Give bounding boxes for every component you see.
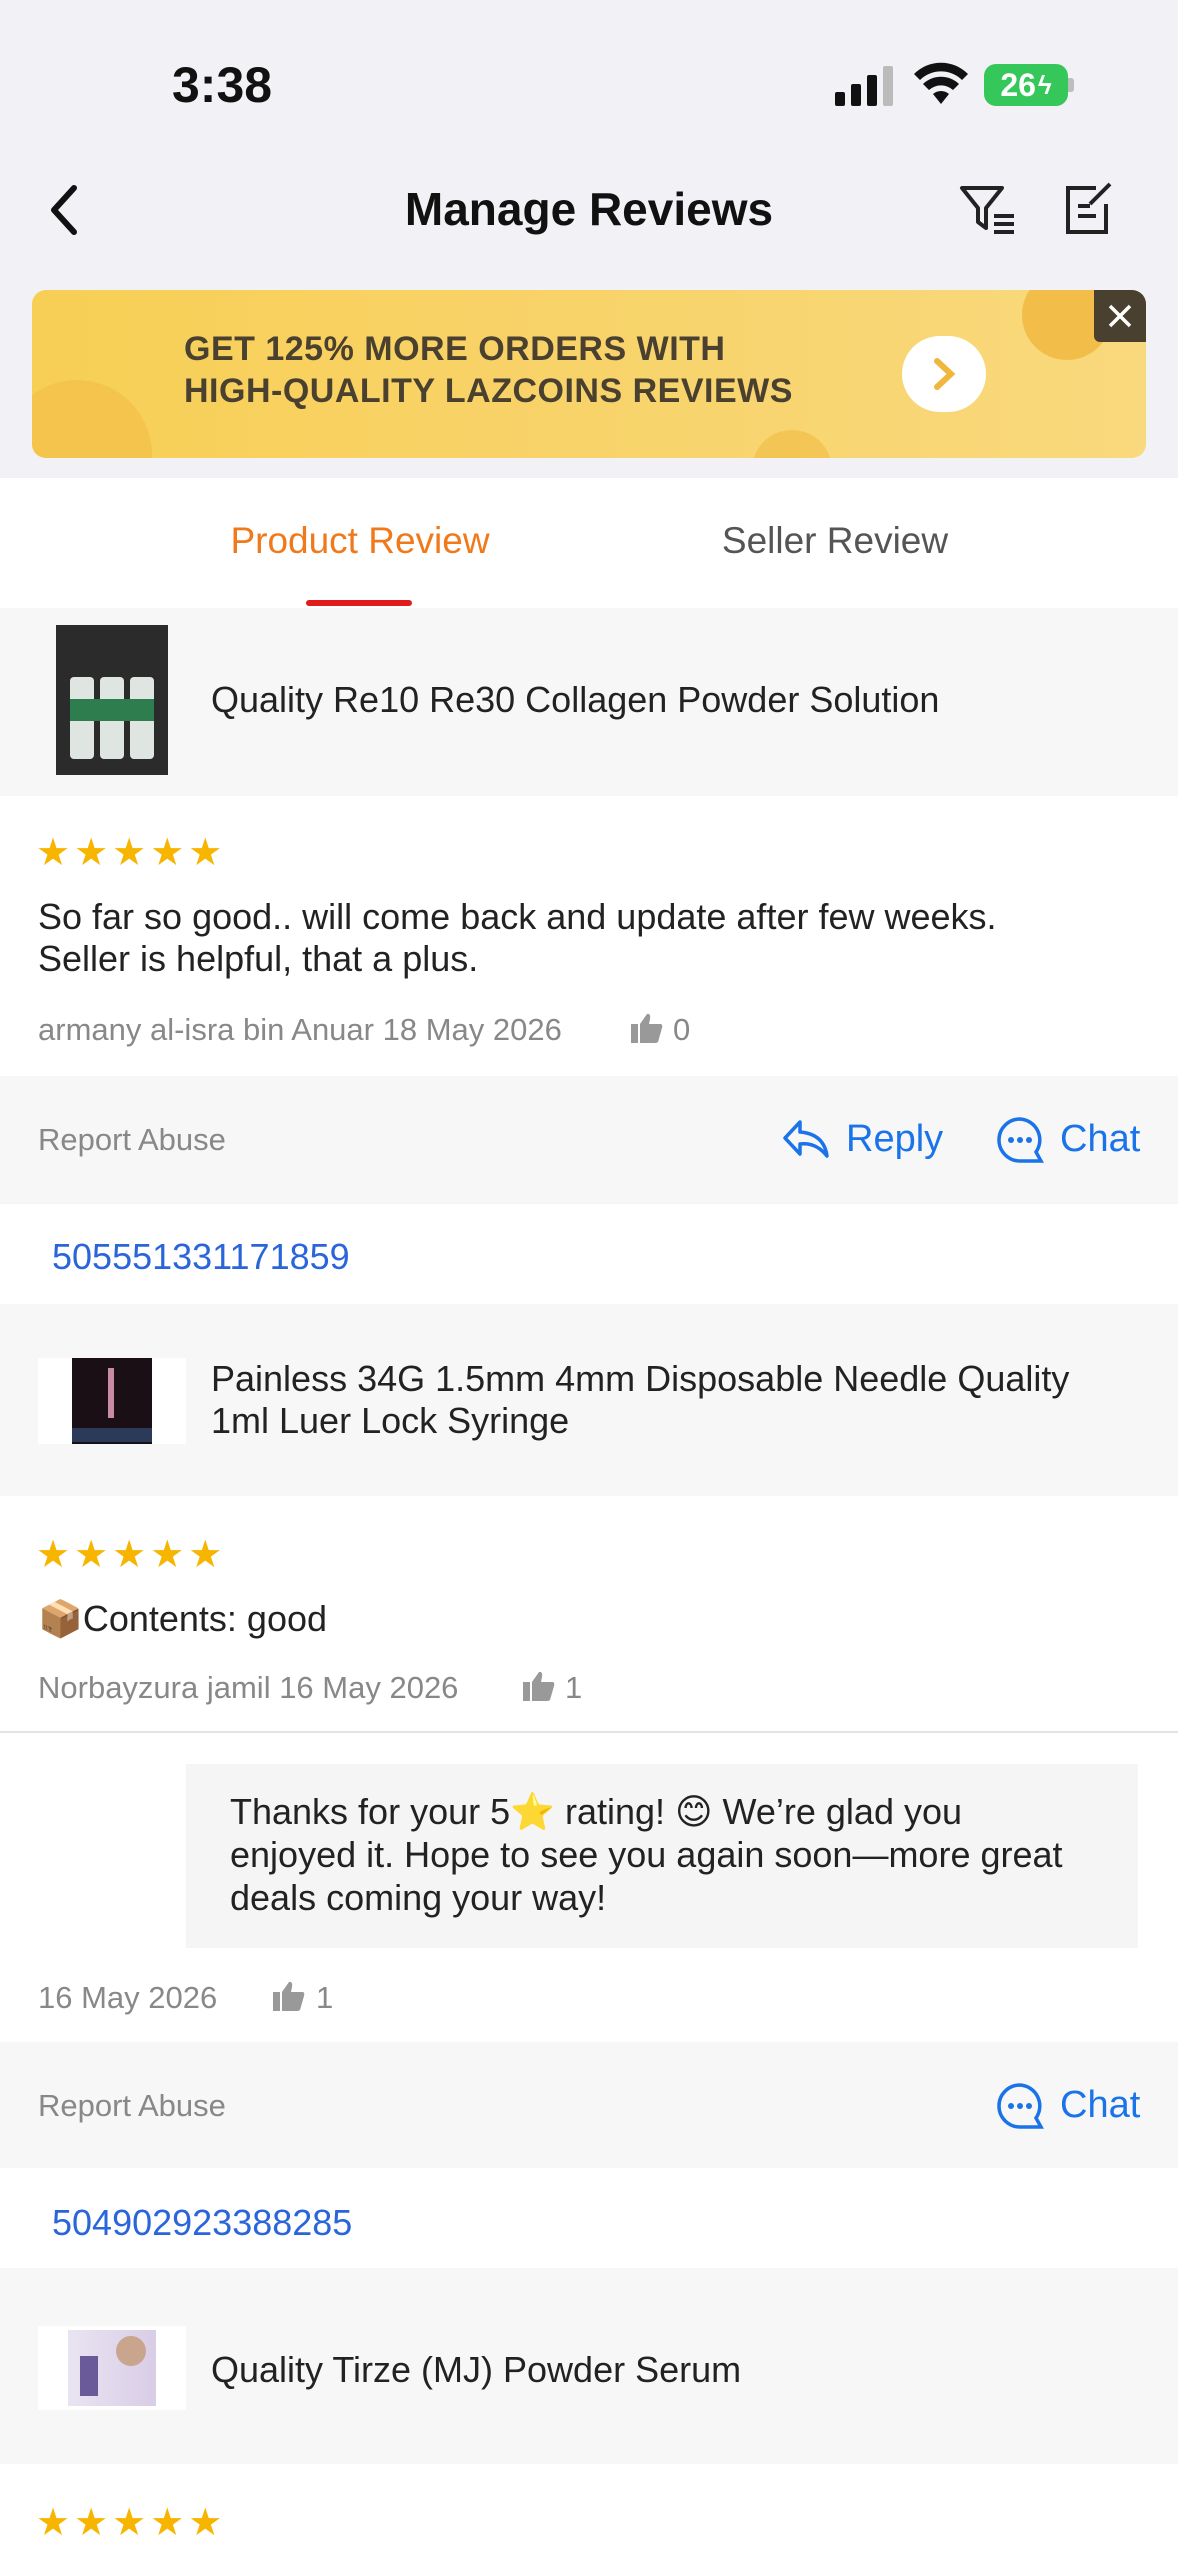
- reply-button[interactable]: Reply: [846, 1118, 943, 1161]
- star-rating: ★★★★★: [36, 1534, 227, 1576]
- reply-line: Thanks for your 5⭐ rating! 😊 We’re glad …: [230, 1791, 963, 1832]
- thumbs-up-icon[interactable]: [272, 1980, 306, 2012]
- battery-icon: 26 ϟ: [984, 64, 1068, 106]
- product-name: Painless 34G 1.5mm 4mm Disposable Needle…: [211, 1358, 1069, 1442]
- review-text: So far so good.. will come back and upda…: [38, 896, 1138, 980]
- seller-reply-text: Thanks for your 5⭐ rating! 😊 We’re glad …: [230, 1790, 1120, 1919]
- coin-decoration: [32, 380, 152, 458]
- like-count: 1: [316, 1980, 334, 2015]
- wifi-icon: [914, 62, 968, 104]
- edit-note-icon[interactable]: [1060, 182, 1116, 238]
- banner-close-button[interactable]: [1094, 290, 1146, 342]
- reply-line: deals coming your way!: [230, 1877, 607, 1918]
- like-count: 0: [673, 1012, 691, 1047]
- banner-text: GET 125% MORE ORDERS WITH HIGH-QUALITY L…: [184, 328, 793, 412]
- chevron-right-icon: [934, 358, 956, 390]
- reply-icon[interactable]: [782, 1118, 830, 1160]
- lazcoins-promo-banner[interactable]: GET 125% MORE ORDERS WITH HIGH-QUALITY L…: [32, 290, 1146, 458]
- reply-date: 16 May 2026: [38, 1980, 218, 2015]
- signal-icon: [835, 66, 893, 106]
- status-time: 3:38: [172, 57, 273, 113]
- review-contents: 📦Contents: good: [38, 1598, 328, 1639]
- order-id-link[interactable]: 505551331171859: [52, 1236, 350, 1278]
- review-text-line: So far so good.. will come back and upda…: [38, 896, 997, 937]
- report-abuse-link[interactable]: Report Abuse: [38, 1122, 226, 1158]
- thumbs-up-icon[interactable]: [630, 1012, 664, 1044]
- battery-nub: [1068, 78, 1074, 92]
- close-icon: [1108, 304, 1132, 328]
- product-name: Quality Re10 Re30 Collagen Powder Soluti…: [211, 679, 940, 720]
- star-rating: ★★★★★: [36, 832, 227, 874]
- thumbs-up-icon[interactable]: [522, 1670, 556, 1702]
- active-tab-indicator: [306, 600, 412, 606]
- chat-icon[interactable]: [996, 2082, 1044, 2130]
- chat-button[interactable]: Chat: [1060, 1118, 1140, 1161]
- review-author-date: armany al-isra bin Anuar 18 May 2026: [38, 1012, 562, 1047]
- product-name-line: 1ml Luer Lock Syringe: [211, 1400, 570, 1441]
- banner-arrow-button[interactable]: [902, 336, 986, 412]
- banner-line-2: HIGH-QUALITY LAZCOINS REVIEWS: [184, 372, 793, 410]
- report-abuse-link[interactable]: Report Abuse: [38, 2088, 226, 2124]
- coin-decoration: [752, 430, 832, 458]
- reply-line: enjoyed it. Hope to see you again soon—m…: [230, 1834, 1063, 1875]
- divider: [0, 1731, 1178, 1733]
- star-rating: ★★★★★: [36, 2502, 227, 2544]
- product-thumbnail: [38, 1358, 186, 1444]
- order-id-link[interactable]: 504902923388285: [52, 2202, 352, 2244]
- product-thumbnail: [56, 625, 168, 775]
- product-name-line: Painless 34G 1.5mm 4mm Disposable Needle…: [211, 1358, 1070, 1399]
- banner-line-1: GET 125% MORE ORDERS WITH: [184, 330, 726, 368]
- filter-icon[interactable]: [958, 182, 1018, 238]
- review-text-line: Seller is helpful, that a plus.: [38, 938, 479, 979]
- chat-button[interactable]: Chat: [1060, 2084, 1140, 2127]
- product-name: Quality Tirze (MJ) Powder Serum: [211, 2349, 742, 2390]
- chat-icon[interactable]: [996, 1116, 1044, 1164]
- review-author-date: Norbayzura jamil 16 May 2026: [38, 1670, 459, 1705]
- product-thumbnail: [38, 2326, 186, 2410]
- like-count: 1: [565, 1670, 583, 1705]
- tab-seller-review[interactable]: Seller Review: [0, 520, 1178, 562]
